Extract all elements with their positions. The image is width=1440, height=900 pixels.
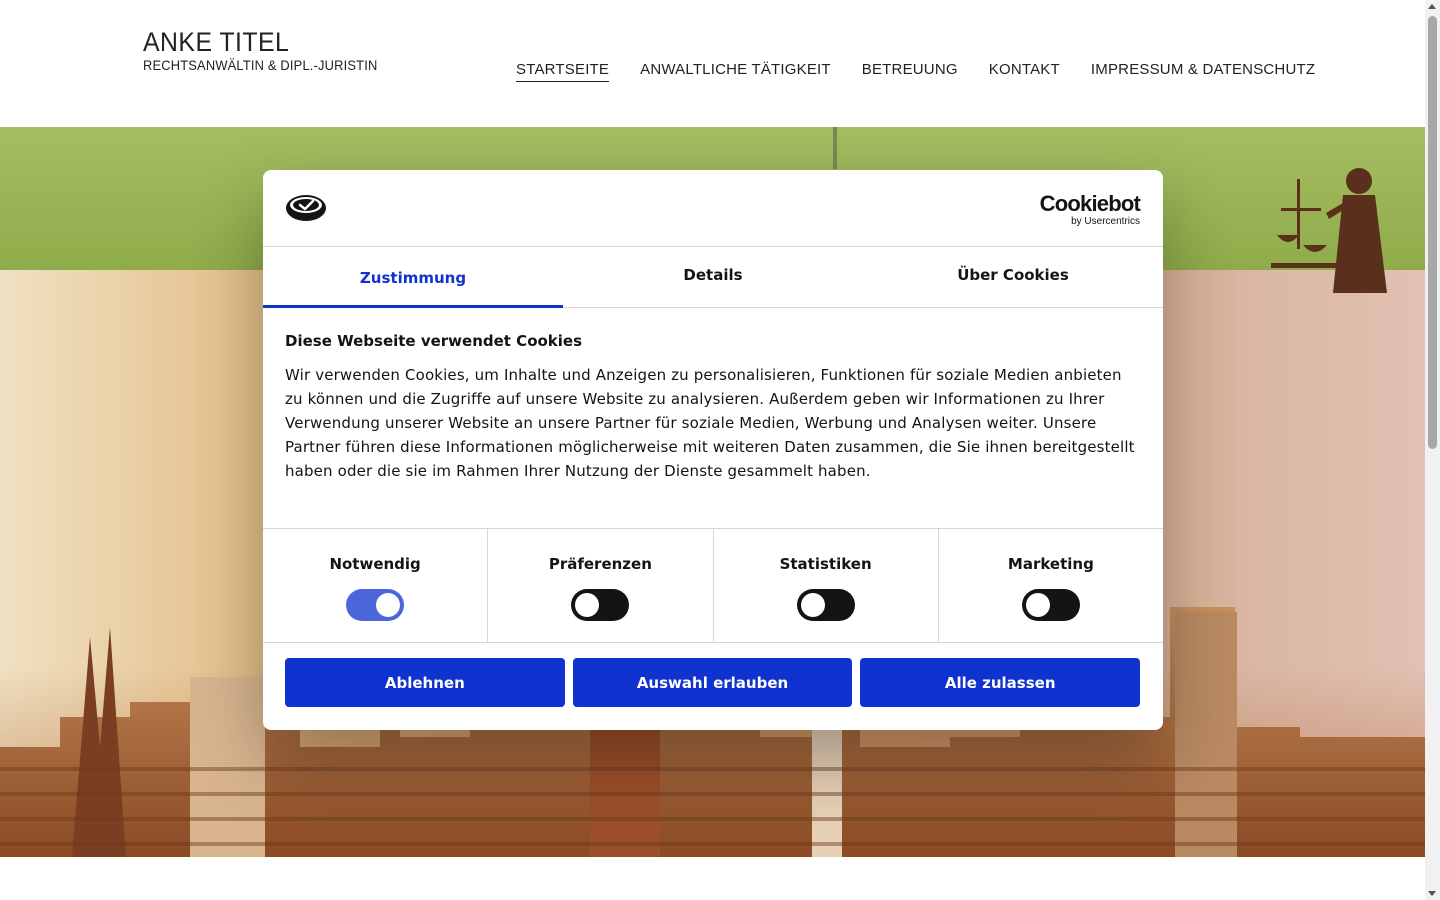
consent-label-statistiken: Statistiken: [779, 555, 872, 573]
consent-label-notwendig: Notwendig: [329, 555, 421, 573]
allow-selection-button[interactable]: Auswahl erlauben: [572, 658, 853, 707]
main-navigation: STARTSEITE ANWALTLICHE TÄTIGKEIT BETREUU…: [516, 61, 1315, 82]
site-subtitle: RECHTSANWÄLTIN & DIPL.-JURISTIN: [143, 57, 378, 73]
dialog-heading: Diese Webseite verwendet Cookies: [285, 332, 583, 350]
toggle-statistiken[interactable]: [796, 589, 855, 621]
site-brand[interactable]: ANKE TITEL RECHTSANWÄLTIN & DIPL.-JURIST…: [143, 27, 398, 73]
cookiebot-logo[interactable]: Cookiebot by Usercentrics: [1039, 191, 1141, 228]
cookie-consent-dialog: Cookiebot by Usercentrics Zustimmung Det…: [263, 170, 1163, 730]
site-header: ANKE TITEL RECHTSANWÄLTIN & DIPL.-JURIST…: [0, 0, 1425, 127]
justitia-icon: [1271, 168, 1387, 293]
cookiebot-byline: by Usercentrics: [1071, 216, 1140, 227]
scroll-down-arrow-icon[interactable]: [1428, 891, 1436, 896]
consent-category-marketing: Marketing: [937, 529, 1163, 642]
toggle-notwendig[interactable]: [346, 589, 405, 621]
tab-ueber-cookies[interactable]: Über Cookies: [863, 247, 1163, 307]
nav-item-betreuung[interactable]: BETREUUNG: [862, 61, 958, 82]
nav-item-impressum-datenschutz[interactable]: IMPRESSUM & DATENSCHUTZ: [1091, 61, 1315, 82]
decline-button[interactable]: Ablehnen: [285, 658, 565, 707]
dialog-body: Diese Webseite verwendet Cookies Wir ver…: [285, 332, 1141, 483]
nav-item-startseite[interactable]: STARTSEITE: [516, 61, 610, 82]
nav-item-kontakt[interactable]: KONTAKT: [989, 61, 1060, 82]
tv-tower-spire: [833, 127, 837, 169]
consent-category-notwendig: Notwendig: [263, 529, 487, 642]
consent-label-praeferenzen: Präferenzen: [548, 555, 652, 573]
allow-all-button[interactable]: Alle zulassen: [860, 658, 1141, 707]
consent-category-praeferenzen: Präferenzen: [487, 529, 712, 642]
dialog-buttons: Ablehnen Auswahl erlauben Alle zulassen: [285, 658, 1141, 707]
cookie-logo-icon: [286, 195, 326, 221]
page-scrollbar[interactable]: [1425, 0, 1440, 900]
scroll-thumb[interactable]: [1428, 16, 1437, 449]
toggle-marketing[interactable]: [1021, 589, 1080, 621]
consent-categories: Notwendig Präferenzen Statistiken Market…: [263, 528, 1163, 643]
tab-zustimmung[interactable]: Zustimmung: [263, 247, 563, 308]
page-content-start: [0, 857, 1425, 900]
site-name: ANKE TITEL: [143, 27, 290, 57]
dialog-description: Wir verwenden Cookies, um Inhalte und An…: [285, 366, 1135, 480]
toggle-praeferenzen[interactable]: [571, 589, 630, 621]
consent-label-marketing: Marketing: [1007, 555, 1094, 573]
dialog-header: Cookiebot by Usercentrics: [263, 170, 1163, 247]
nav-item-anwaltliche-taetigkeit[interactable]: ANWALTLICHE TÄTIGKEIT: [640, 61, 831, 82]
cookiebot-wordmark: Cookiebot: [1039, 191, 1141, 216]
consent-category-statistiken: Statistiken: [712, 529, 938, 642]
tab-details[interactable]: Details: [563, 247, 863, 307]
dialog-tabs: Zustimmung Details Über Cookies: [263, 247, 1163, 308]
scroll-up-arrow-icon[interactable]: [1428, 4, 1436, 9]
